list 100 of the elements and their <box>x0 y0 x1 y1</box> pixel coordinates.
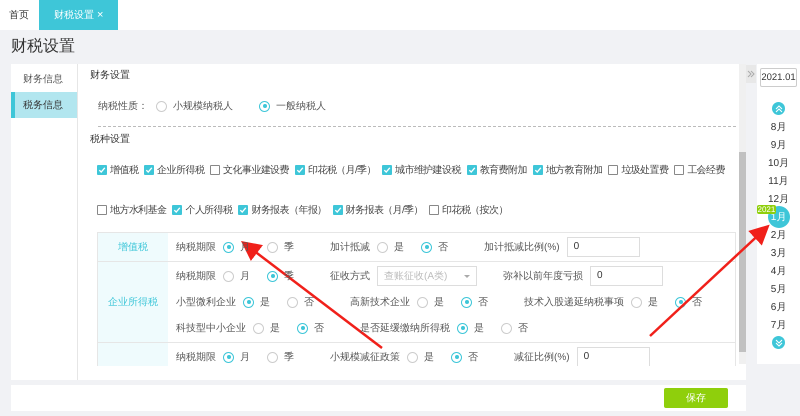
checkbox-label: 文化事业建设费 <box>223 164 290 178</box>
radio-button[interactable] <box>297 322 308 334</box>
scrollbar[interactable] <box>739 64 746 364</box>
month-item[interactable]: 11月 <box>768 172 789 190</box>
checkbox-label: 企业所得税 <box>157 164 204 178</box>
month-item[interactable]: 7月 <box>770 316 786 334</box>
radio-button[interactable] <box>287 296 298 308</box>
radio-label: 一般纳税人 <box>276 100 326 114</box>
month-item[interactable]: 5月 <box>770 280 786 298</box>
checkbox[interactable] <box>382 165 392 175</box>
field-label: 小型微利企业 <box>176 296 236 310</box>
month-item[interactable]: 9月 <box>770 136 786 154</box>
radio-button[interactable] <box>223 352 234 362</box>
field-label: 高新技术企业 <box>350 296 410 310</box>
radio-button[interactable] <box>253 322 264 334</box>
checkbox-label: 印花税（按次） <box>442 204 508 218</box>
month-item[interactable]: 2月 <box>770 226 786 244</box>
checkbox-label: 地方教育附加 <box>546 164 602 178</box>
radio-button[interactable] <box>675 296 686 308</box>
date-field[interactable]: 2021.01 <box>760 68 797 87</box>
radio-button[interactable] <box>457 322 468 334</box>
input-field[interactable]: 0 <box>566 237 640 257</box>
field-label: 纳税期限 <box>176 270 216 284</box>
radio-button[interactable] <box>421 242 432 252</box>
radio-label: 否 <box>468 350 478 364</box>
radio-label: 否 <box>518 322 528 336</box>
radio-button[interactable] <box>243 296 254 308</box>
tax-name-cell <box>98 343 168 366</box>
radio-label: 否 <box>478 296 488 310</box>
collapse-button[interactable] <box>746 65 756 83</box>
checkbox[interactable] <box>295 165 306 175</box>
checkbox[interactable] <box>144 165 154 175</box>
field-label: 技术入股递延纳税事项 <box>524 296 624 310</box>
month-item[interactable]: 3月 <box>770 244 786 262</box>
input-field[interactable]: 0 <box>590 266 663 286</box>
sidebar-item[interactable]: 税务信息 <box>11 92 77 118</box>
year-badge: 2021 <box>756 205 776 214</box>
field-label: 加计抵减比例(%) <box>484 240 560 254</box>
radio-button[interactable] <box>407 352 418 362</box>
field-label: 科技型中小企业 <box>176 322 246 336</box>
radio-label: 是 <box>648 296 658 310</box>
radio-button[interactable] <box>461 296 472 308</box>
radio-button[interactable] <box>417 296 428 308</box>
month-item[interactable]: 10月 <box>768 154 790 172</box>
field-label: 是否延缓缴纳所得税 <box>360 322 450 336</box>
month-item[interactable]: 4月 <box>770 262 786 280</box>
radio-label: 是 <box>424 350 434 364</box>
field-label: 纳税期限 <box>176 240 216 254</box>
radio-label: 否 <box>314 322 324 336</box>
radio-label: 否 <box>304 296 314 310</box>
field-label: 征收方式 <box>330 270 370 284</box>
field-label: 弥补以前年度亏损 <box>503 270 583 284</box>
double-chevron-icon <box>747 70 755 78</box>
month-item[interactable]: 8月 <box>770 118 786 136</box>
checkbox-label: 城市维护建设税 <box>395 164 461 178</box>
section-title: 财务设置 <box>90 68 131 83</box>
radio-button[interactable] <box>501 322 512 334</box>
checkbox[interactable] <box>429 205 440 215</box>
checkbox-label: 增值税 <box>110 164 138 178</box>
checkbox[interactable] <box>466 165 477 175</box>
checkbox[interactable] <box>172 205 182 215</box>
field-label: 加计抵减 <box>330 240 370 254</box>
checkbox-label: 财务报表（月/季） <box>346 204 424 218</box>
radio-label: 月 <box>240 240 250 254</box>
radio-button[interactable] <box>267 352 278 362</box>
checkbox[interactable] <box>238 205 248 215</box>
radio-button[interactable] <box>267 270 278 282</box>
radio-button[interactable] <box>259 100 270 112</box>
radio-button[interactable] <box>377 242 388 252</box>
checkbox[interactable] <box>97 165 107 175</box>
radio-button[interactable] <box>451 352 462 362</box>
checkbox[interactable] <box>210 165 220 175</box>
checkbox-label: 地方水利基金 <box>110 204 166 218</box>
radio-button[interactable] <box>223 242 234 252</box>
radio-label: 否 <box>438 240 448 254</box>
sidebar-item[interactable]: 财务信息 <box>11 68 77 90</box>
checkbox[interactable] <box>608 165 618 175</box>
checkbox[interactable] <box>674 165 684 175</box>
month-item[interactable]: 6月 <box>770 298 786 316</box>
scroll-down-icon[interactable] <box>772 336 785 349</box>
field-label: 小规模减征政策 <box>330 350 400 364</box>
checkbox[interactable] <box>332 205 343 215</box>
scroll-up-icon[interactable] <box>772 102 785 115</box>
checkbox[interactable] <box>97 205 107 215</box>
radio-label: 季 <box>284 350 294 364</box>
checkbox-label: 教育费附加 <box>480 164 527 178</box>
radio-label: 小规模纳税人 <box>173 100 233 114</box>
caret-icon <box>464 274 470 278</box>
tax-name-cell: 增值税 <box>98 233 168 261</box>
checkbox[interactable] <box>532 165 543 175</box>
radio-button[interactable] <box>631 296 642 308</box>
tax-name-cell: 企业所得税 <box>98 262 168 342</box>
radio-button[interactable] <box>267 242 278 252</box>
radio-button[interactable] <box>156 100 167 112</box>
radio-button[interactable] <box>223 270 234 282</box>
radio-label: 月 <box>240 270 250 284</box>
checkbox-label: 财务报表（年报） <box>251 204 327 218</box>
input-field[interactable]: 0 <box>576 347 650 366</box>
radio-label: 月 <box>240 350 250 364</box>
checkbox-label: 印花税（月/季） <box>308 164 376 178</box>
